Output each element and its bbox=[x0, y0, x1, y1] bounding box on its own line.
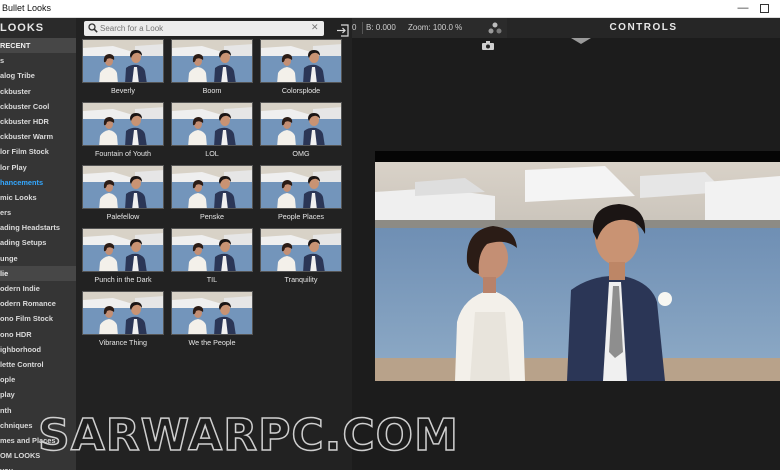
look-preview-image bbox=[171, 228, 253, 272]
look-thumbnail[interactable]: Punch in the Dark bbox=[82, 228, 164, 288]
sidebar-item[interactable]: lette Control bbox=[0, 357, 76, 372]
look-preview-image bbox=[260, 102, 342, 146]
sidebar-item[interactable]: you bbox=[0, 463, 76, 470]
sidebar-item[interactable]: lie bbox=[0, 265, 76, 281]
sidebar-item[interactable]: ono Film Stock bbox=[0, 311, 76, 326]
title-bar: Bullet Looks — bbox=[0, 0, 780, 18]
look-thumbnail[interactable]: LOL bbox=[171, 102, 253, 162]
sidebar-item[interactable]: s bbox=[0, 53, 76, 68]
look-label: People Places bbox=[278, 212, 324, 221]
look-label: Punch in the Dark bbox=[94, 275, 152, 284]
look-thumbnail[interactable]: We the People bbox=[171, 291, 253, 351]
search-icon bbox=[88, 23, 98, 33]
look-thumbnail[interactable]: Penske bbox=[171, 165, 253, 225]
look-thumbnail[interactable]: Palefellow bbox=[82, 165, 164, 225]
sidebar-item[interactable]: ckbuster Warm bbox=[0, 129, 76, 144]
preview-image bbox=[375, 162, 780, 381]
clear-search-icon[interactable]: ✕ bbox=[311, 22, 319, 33]
look-label: Fountain of Youth bbox=[95, 149, 151, 158]
look-thumbnail[interactable]: People Places bbox=[260, 165, 342, 225]
look-preview-image bbox=[82, 102, 164, 146]
look-thumbnail[interactable]: Fountain of Youth bbox=[82, 102, 164, 162]
sidebar-item[interactable]: ading Setups bbox=[0, 235, 76, 250]
look-preview-image bbox=[260, 165, 342, 209]
sidebar-item[interactable]: ckbuster HDR bbox=[0, 114, 76, 129]
look-thumbnail[interactable]: Tranquility bbox=[260, 228, 342, 288]
sidebar-item[interactable]: ading Headstarts bbox=[0, 220, 76, 235]
sidebar-item[interactable]: ers bbox=[0, 205, 76, 220]
sidebar-item[interactable]: play bbox=[0, 387, 76, 402]
look-label: Beverly bbox=[111, 86, 135, 95]
sidebar-item[interactable]: odern Romance bbox=[0, 296, 76, 311]
palette-icon[interactable] bbox=[488, 22, 502, 34]
look-preview-image bbox=[82, 165, 164, 209]
look-preview-image bbox=[82, 39, 164, 83]
look-label: Boom bbox=[202, 86, 222, 95]
look-preview-image bbox=[171, 291, 253, 335]
look-label: OMG bbox=[292, 149, 310, 158]
look-label: Colorsplode bbox=[281, 86, 321, 95]
sidebar-item[interactable]: ono HDR bbox=[0, 327, 76, 342]
look-label: We the People bbox=[188, 338, 236, 347]
sidebar-item[interactable]: alog Tribe bbox=[0, 68, 76, 83]
sidebar-item[interactable]: ckbuster Cool bbox=[0, 99, 76, 114]
maximize-icon[interactable] bbox=[760, 4, 769, 13]
sidebar-item[interactable]: ople bbox=[0, 372, 76, 387]
toolbar-divider bbox=[362, 22, 363, 34]
look-thumbnail[interactable]: Colorsplode bbox=[260, 39, 342, 99]
chevron-down-icon[interactable] bbox=[571, 38, 591, 44]
sidebar-header: LOOKS bbox=[0, 18, 76, 38]
controls-panel-header[interactable]: CONTROLS bbox=[507, 18, 780, 38]
export-icon[interactable] bbox=[336, 24, 350, 37]
search-box[interactable]: ✕ bbox=[84, 21, 324, 36]
look-preview-image bbox=[171, 102, 253, 146]
look-preview-image bbox=[260, 228, 342, 272]
look-thumbnail[interactable]: Boom bbox=[171, 39, 253, 99]
sidebar-item[interactable]: odern Indie bbox=[0, 281, 76, 296]
look-thumbnail[interactable]: Beverly bbox=[82, 39, 164, 99]
sidebar-item[interactable]: unge bbox=[0, 251, 76, 266]
look-label: Penske bbox=[200, 212, 224, 221]
watermark-text: SARWARPC.COM bbox=[37, 409, 459, 462]
search-input[interactable] bbox=[100, 22, 305, 35]
search-bar: ✕ bbox=[84, 21, 398, 37]
sidebar-item[interactable]: lor Film Stock bbox=[0, 144, 76, 159]
category-list: RECENT s alog Tribe ckbuster ckbuster Cool ck… bbox=[0, 38, 76, 470]
look-preview-image bbox=[82, 228, 164, 272]
looks-browser: ✕ Beverly Boom Colorsplode bbox=[76, 18, 352, 470]
sidebar-item[interactable]: RECENT bbox=[0, 38, 76, 54]
looks-category-sidebar: LOOKS RECENT s alog Tribe ckbuster ckbuster … bbox=[0, 18, 76, 470]
sidebar-item[interactable]: mic Looks bbox=[0, 190, 76, 205]
preview-toolbar: 0 B: 0.000 Zoom: 100.0 % bbox=[352, 18, 507, 38]
look-thumbnail[interactable]: OMG bbox=[260, 102, 342, 162]
sidebar-item[interactable]: lor Play bbox=[0, 160, 76, 175]
look-preview-image bbox=[260, 39, 342, 83]
look-thumbnail[interactable]: Vibrance Thing bbox=[82, 291, 164, 351]
look-label: Palefellow bbox=[106, 212, 140, 221]
zoom-readout: Zoom: 100.0 % bbox=[408, 23, 463, 32]
look-thumbnail[interactable]: TIL bbox=[171, 228, 253, 288]
look-preview-image bbox=[171, 165, 253, 209]
b-left-value: 0 bbox=[352, 23, 357, 32]
preview-canvas bbox=[352, 38, 780, 470]
look-label: Vibrance Thing bbox=[98, 338, 148, 347]
camera-icon[interactable] bbox=[482, 41, 494, 50]
sidebar-item[interactable]: ckbuster bbox=[0, 84, 76, 99]
look-label: TIL bbox=[206, 275, 218, 284]
b-value-readout: B: 0.000 bbox=[366, 23, 396, 32]
sidebar-item[interactable]: hancements bbox=[0, 175, 76, 190]
window-title: Bullet Looks bbox=[2, 3, 52, 13]
look-label: Tranquility bbox=[284, 275, 318, 284]
minimize-icon[interactable]: — bbox=[735, 0, 751, 18]
look-preview-image bbox=[82, 291, 164, 335]
look-label: LOL bbox=[205, 149, 219, 158]
sidebar-item[interactable]: ighborhood bbox=[0, 342, 76, 357]
look-preview-image bbox=[171, 39, 253, 83]
